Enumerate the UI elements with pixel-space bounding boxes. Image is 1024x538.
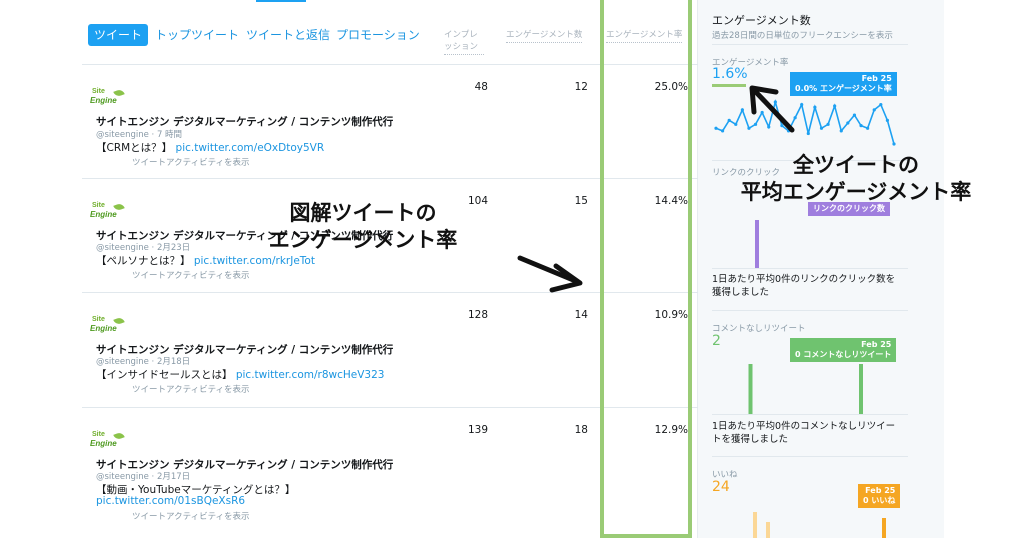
arrow-to-average-rate xyxy=(749,85,795,133)
annotation-arrows xyxy=(517,85,795,293)
arrow-to-rate-column xyxy=(517,255,583,293)
